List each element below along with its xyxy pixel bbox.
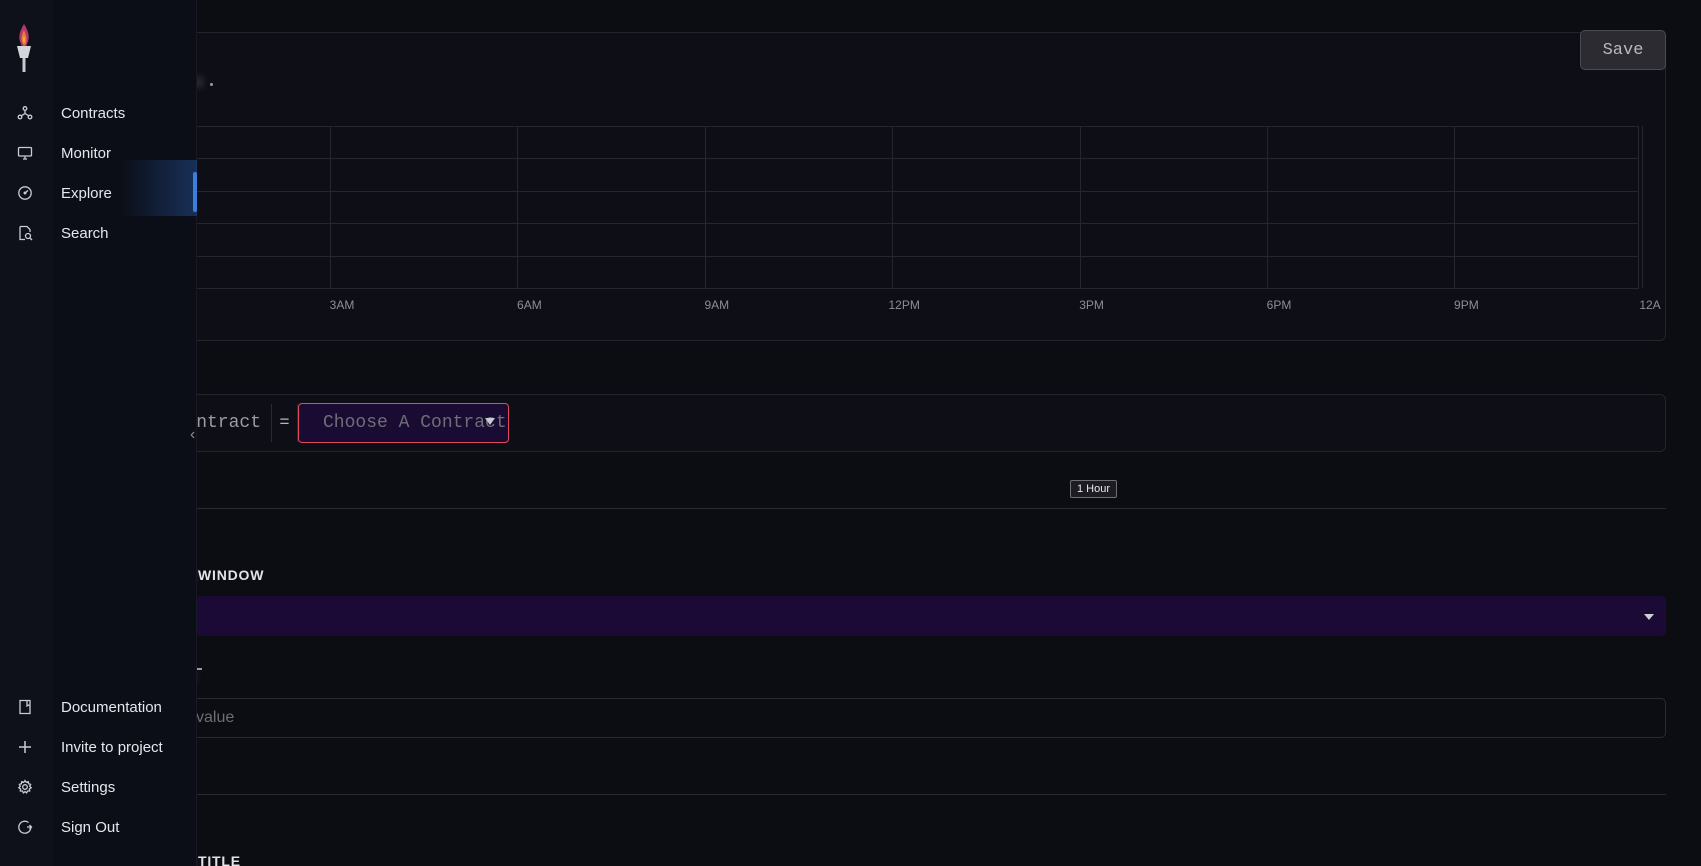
- chart-gridline-horizontal: [140, 191, 1639, 192]
- sidebar-item-monitor[interactable]: Monitor: [0, 138, 197, 168]
- sidebar-item-label: Invite to project: [61, 738, 163, 756]
- sidebar-item-label: Monitor: [61, 144, 112, 162]
- chart-gridline-vertical: [1641, 126, 1643, 288]
- sidebar-item-label: Search: [61, 224, 109, 242]
- chart-gridline-vertical: [1454, 126, 1456, 288]
- book-icon: [19, 699, 31, 715]
- sidebar-item-explore[interactable]: Explore: [0, 178, 197, 208]
- sidebar-item-label: Documentation: [61, 698, 162, 716]
- time-range-badge[interactable]: 1 Hour: [1070, 480, 1117, 498]
- sidebar-item-label: Settings: [61, 778, 116, 796]
- sidebar-item-contracts[interactable]: Contracts: [0, 98, 197, 128]
- sign-out-icon: [18, 820, 33, 834]
- sidebar-item-label: Explore: [61, 184, 112, 202]
- title-label: TITLE: [198, 853, 241, 866]
- x-tick-label: 3AM: [329, 298, 355, 312]
- chart-gridline-vertical: [1638, 126, 1639, 288]
- main-content: Save 3AM 6AM 9AM 12PM 3PM 6PM 9PM 12A ntract = …: [0, 0, 1701, 866]
- sidebar-item-settings[interactable]: Settings: [0, 772, 197, 802]
- chart-gridline-vertical: [330, 126, 331, 288]
- save-button[interactable]: Save: [1580, 30, 1666, 70]
- contract-select-placeholder: Choose A Contract: [323, 413, 507, 433]
- chart-gridline-horizontal: [140, 158, 1639, 159]
- chart-gridline-horizontal: [140, 223, 1639, 224]
- x-tick-label: 6PM: [1266, 298, 1292, 312]
- contracts-icon: [17, 106, 33, 120]
- x-tick-label: 9PM: [1454, 298, 1479, 312]
- value-input[interactable]: [100, 698, 1666, 738]
- chart-grid: [140, 126, 1643, 289]
- chevron-down-icon: [1644, 614, 1654, 620]
- plus-icon: [19, 741, 31, 753]
- gear-icon: [17, 779, 33, 794]
- sidebar-item-search[interactable]: Search: [0, 218, 197, 248]
- x-tick-label: 9AM: [704, 298, 730, 312]
- monitor-icon: [17, 146, 33, 160]
- sidebar-item-invite[interactable]: Invite to project: [0, 732, 197, 762]
- sidebar-item-label: Contracts: [61, 104, 126, 122]
- x-tick-label: 12PM: [888, 298, 920, 312]
- filter-operator: =: [272, 404, 298, 442]
- status-dot: [210, 83, 213, 86]
- chart-gridline-vertical: [517, 126, 519, 288]
- chevron-down-icon: [485, 418, 495, 425]
- chart-gridline-horizontal: [140, 126, 1639, 127]
- x-tick-label: 12A: [1639, 298, 1661, 312]
- chevron-left-icon[interactable]: ‹: [190, 426, 195, 444]
- logo-icon: [17, 24, 31, 72]
- window-select[interactable]: [100, 596, 1666, 636]
- divider: [196, 508, 1666, 509]
- chart-gridline-vertical: [1267, 126, 1268, 288]
- sidebar-item-label: Sign Out: [61, 818, 120, 836]
- chart-gridline-vertical: [1079, 126, 1081, 288]
- explore-icon: [18, 186, 32, 200]
- search-icon: [19, 225, 33, 241]
- chart-gridline-horizontal: [140, 256, 1639, 257]
- x-tick-label: 3PM: [1079, 298, 1104, 312]
- x-tick-label: 6AM: [517, 298, 542, 312]
- sidebar-item-documentation[interactable]: Documentation: [0, 692, 197, 722]
- sidebar-item-sign-out[interactable]: Sign Out: [0, 812, 197, 842]
- window-label: WINDOW: [198, 567, 265, 583]
- contract-select[interactable]: Choose A Contract: [298, 403, 509, 443]
- divider: [196, 794, 1666, 795]
- chart-gridline-vertical: [892, 126, 894, 288]
- chart-gridline-vertical: [704, 126, 706, 288]
- value-input-placeholder: value: [196, 709, 235, 726]
- chart-gridline-horizontal: [140, 288, 1639, 289]
